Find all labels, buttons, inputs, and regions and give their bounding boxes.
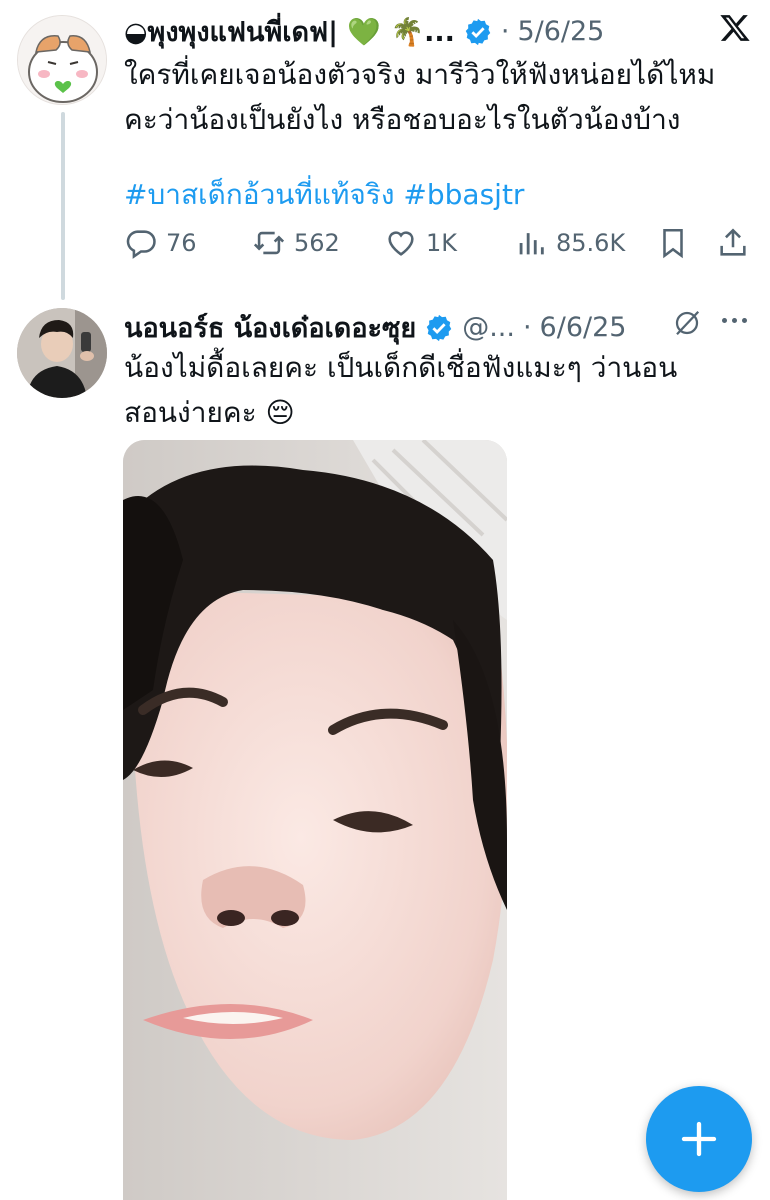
hashtags[interactable]: #บาสเด็กอ้วนที่แท้จริง #bbasjtr: [124, 172, 524, 217]
like-button[interactable]: 1K: [384, 226, 457, 260]
reply-button[interactable]: 76: [124, 226, 197, 260]
views-button[interactable]: 85.6K: [514, 226, 625, 260]
verified-badge-icon: [465, 18, 491, 45]
date-separator: ·: [522, 312, 532, 343]
heart-icon: [388, 231, 414, 256]
views-icon: [519, 233, 544, 255]
views-count: 85.6K: [556, 229, 626, 257]
compose-button[interactable]: [646, 1086, 752, 1192]
more-dot: [722, 318, 727, 323]
more-dot: [742, 318, 747, 323]
tweet1-header: ◒พุงพุงแฟนพี่เดฟ| 💚 🌴... · 5/6/25: [124, 10, 604, 53]
tweet-media-photo[interactable]: [123, 440, 507, 1200]
display-name[interactable]: ◒พุงพุงแฟนพี่เดฟ| 💚 🌴...: [124, 10, 455, 53]
plus-icon: [681, 1121, 717, 1157]
date-separator: ·: [500, 16, 510, 47]
selfie-photo: [123, 440, 507, 1200]
thread-line: [61, 112, 65, 300]
retweet-button[interactable]: 562: [252, 226, 340, 260]
tweet1-text-line1: ใครที่เคยเจอน้องตัวจริง มารีวิวให้ฟังหน่…: [124, 58, 716, 91]
avatar[interactable]: [17, 15, 107, 105]
tweet2-header: นอนอร์ธ น้องเด๋อเดอะซุย @... · 6/6/25: [124, 306, 626, 349]
hamster-avatar-image: [18, 16, 106, 104]
retweet-icon: [253, 231, 285, 255]
tweet-date[interactable]: 5/6/25: [517, 16, 604, 47]
reply-count: 76: [166, 229, 197, 257]
bookmark-icon[interactable]: [656, 226, 690, 260]
share-icon[interactable]: [716, 226, 750, 260]
avatar[interactable]: [17, 308, 107, 398]
more-dot: [732, 318, 737, 323]
x-logo-icon[interactable]: [718, 12, 752, 44]
retweet-count: 562: [294, 229, 340, 257]
user-handle[interactable]: @...: [462, 312, 515, 343]
tweet2-text-line1: น้องไม่ดื้อเลยคะ เป็นเด็กดีเชื่อฟังแมะๆ …: [124, 351, 678, 384]
display-name[interactable]: นอนอร์ธ น้องเด๋อเดอะซุย: [124, 306, 416, 349]
profile-photo: [17, 308, 107, 398]
tweet1-text-line2: คะว่าน้องเป็นยังไง หรือชอบอะไรในตัวน้องบ…: [124, 103, 681, 136]
verified-badge-icon: [426, 314, 452, 341]
tweet2-text-line2: สอนง่ายคะ 😔: [124, 396, 295, 429]
more-icon[interactable]: [722, 318, 747, 323]
tweet-date[interactable]: 6/6/25: [540, 312, 627, 343]
grok-icon[interactable]: [672, 308, 702, 338]
like-count: 1K: [426, 229, 458, 257]
reply-icon: [126, 230, 156, 259]
